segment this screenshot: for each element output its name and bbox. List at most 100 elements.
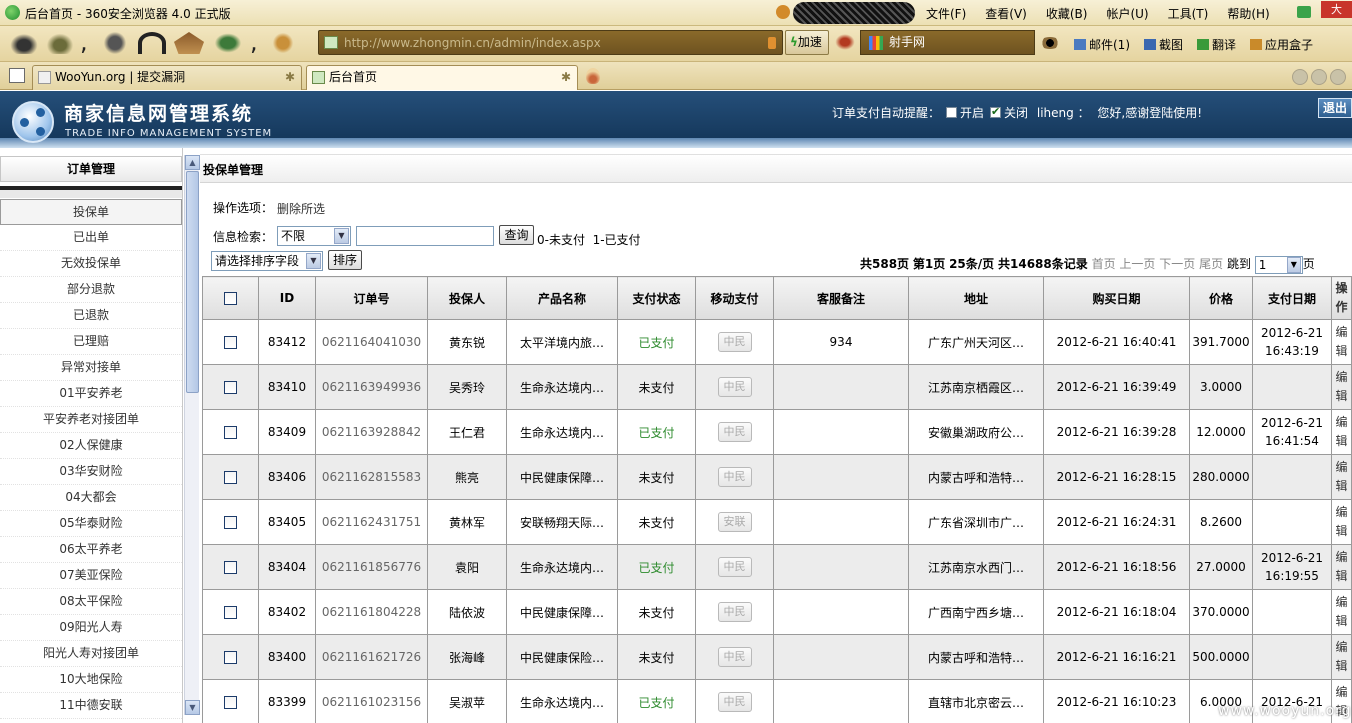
sidebar-toggle-icon[interactable]	[9, 68, 25, 83]
favorites-icon[interactable]	[213, 32, 243, 54]
screenshot-button[interactable]: 截图	[1144, 36, 1183, 53]
brush-icon[interactable]	[834, 33, 856, 51]
first-page-link[interactable]: 首页	[1092, 257, 1116, 271]
edit-link[interactable]: 编辑	[1331, 319, 1352, 365]
edit-link[interactable]: 编辑	[1331, 409, 1352, 455]
select-all-checkbox[interactable]	[224, 292, 237, 305]
row-checkbox[interactable]	[224, 606, 237, 619]
account-avatar-icon[interactable]	[776, 5, 790, 19]
menu-help[interactable]: 帮助(H)	[1227, 5, 1269, 22]
column-header[interactable]: 地址	[908, 276, 1044, 320]
search-field-select[interactable]: 不限 ▼	[277, 226, 351, 246]
new-tab-icon[interactable]	[586, 68, 600, 84]
edit-link[interactable]: 编辑	[1331, 499, 1352, 545]
close-tab-icon[interactable]: ✱	[561, 66, 571, 89]
row-checkbox[interactable]	[224, 561, 237, 574]
sort-button[interactable]: 排序	[328, 250, 362, 270]
sidebar-scrollbar[interactable]: ▲ ▼	[184, 155, 200, 715]
cell-order-number[interactable]: 0621163949936	[315, 364, 428, 410]
security-icon[interactable]	[768, 37, 776, 49]
search-input[interactable]	[356, 226, 494, 246]
menu-favorites[interactable]: 收藏(B)	[1046, 5, 1088, 22]
paw-icon[interactable]	[270, 32, 296, 54]
mobile-pay-button[interactable]: 中民	[717, 422, 752, 442]
window-close-button[interactable]: 大	[1321, 1, 1352, 18]
sidebar-item-insurer[interactable]: 04大都会	[0, 485, 182, 511]
cell-order-number[interactable]: 0621161023156	[315, 679, 428, 723]
mobile-pay-button[interactable]: 中民	[717, 647, 752, 667]
menu-file[interactable]: 文件(F)	[926, 5, 966, 22]
sidebar-item-insurer[interactable]: 08太平保险	[0, 589, 182, 615]
reminder-off-checkbox[interactable]	[990, 105, 1002, 118]
edit-link[interactable]: 编辑	[1331, 364, 1352, 410]
cell-order-number[interactable]: 0621161804228	[315, 589, 428, 635]
last-page-link[interactable]: 尾页	[1199, 257, 1223, 271]
sidebar-item-applications[interactable]: 投保单	[0, 199, 182, 225]
search-engine-icon[interactable]	[869, 35, 883, 50]
column-header[interactable]: 移动支付	[695, 276, 774, 320]
scroll-up-icon[interactable]: ▲	[185, 155, 200, 170]
home-icon[interactable]	[174, 32, 204, 54]
logout-button[interactable]: 退出	[1318, 98, 1352, 118]
cell-order-number[interactable]: 0621162815583	[315, 454, 428, 500]
row-checkbox[interactable]	[224, 651, 237, 664]
mobile-pay-button[interactable]: 中民	[717, 557, 752, 577]
sidebar-item-insurer[interactable]: 11中德安联	[0, 693, 182, 719]
speedup-button[interactable]: ϟ加速	[785, 30, 829, 55]
delete-selected-link[interactable]: 删除所选	[277, 200, 325, 217]
mail-button[interactable]: 邮件(1)	[1074, 36, 1130, 53]
row-checkbox[interactable]	[224, 381, 237, 394]
menu-view[interactable]: 查看(V)	[985, 5, 1027, 22]
address-bar[interactable]: http://www.zhongmin.cn/admin/index.aspx	[318, 30, 783, 55]
row-checkbox[interactable]	[224, 426, 237, 439]
mobile-pay-button[interactable]: 中民	[717, 467, 752, 487]
column-header[interactable]: 价格	[1189, 276, 1253, 320]
sidebar-item-insurer[interactable]: 10大地保险	[0, 667, 182, 693]
mobile-pay-button[interactable]: 中民	[717, 377, 752, 397]
sidebar-item-refunded[interactable]: 已退款	[0, 303, 182, 329]
skin-icon[interactable]	[1297, 6, 1311, 18]
eye-icon[interactable]	[1039, 37, 1061, 49]
row-checkbox[interactable]	[224, 336, 237, 349]
sidebar-item-insurer[interactable]: 平安养老对接团单	[0, 407, 182, 433]
tab-wooyun[interactable]: WooYun.org | 提交漏洞 ✱	[32, 65, 302, 90]
search-box[interactable]: 射手网	[860, 30, 1035, 55]
prev-page-link[interactable]: 上一页	[1119, 257, 1155, 271]
mobile-pay-button[interactable]: 中民	[717, 332, 752, 352]
edit-link[interactable]: 编辑	[1331, 589, 1352, 635]
back-icon[interactable]	[8, 32, 40, 54]
sidebar-item-insurer[interactable]: 06太平养老	[0, 537, 182, 563]
menu-account[interactable]: 帐户(U)	[1106, 5, 1148, 22]
column-header[interactable]: 支付状态	[617, 276, 696, 320]
cell-order-number[interactable]: 0621161621726	[315, 634, 428, 680]
sidebar-header[interactable]: 订单管理	[0, 156, 182, 182]
edit-link[interactable]: 编辑	[1331, 634, 1352, 680]
sidebar-item-insurer[interactable]: 阳光人寿对接团单	[0, 641, 182, 667]
nav-back-icon[interactable]	[1292, 69, 1308, 85]
cell-order-number[interactable]: 0621164041030	[315, 319, 428, 365]
forward-icon[interactable]	[45, 32, 75, 54]
stop-icon[interactable]	[138, 32, 166, 54]
column-header[interactable]: 操作	[1331, 276, 1352, 320]
column-header[interactable]: 产品名称	[506, 276, 618, 320]
sidebar-item-insurer[interactable]: 09阳光人寿	[0, 615, 182, 641]
column-header[interactable]: 支付日期	[1252, 276, 1332, 320]
column-header[interactable]: 投保人	[427, 276, 507, 320]
sidebar-item-insurer[interactable]: 03华安财险	[0, 459, 182, 485]
column-header[interactable]: 客服备注	[773, 276, 909, 320]
mobile-pay-button[interactable]: 中民	[717, 602, 752, 622]
sidebar-item-insurer[interactable]: 07美亚保险	[0, 563, 182, 589]
nav-menu-icon[interactable]	[1330, 69, 1346, 85]
column-header[interactable]: 订单号	[315, 276, 428, 320]
row-checkbox[interactable]	[224, 516, 237, 529]
reminder-on-checkbox[interactable]	[946, 107, 958, 118]
menu-tools[interactable]: 工具(T)	[1168, 5, 1209, 22]
cell-order-number[interactable]: 0621163928842	[315, 409, 428, 455]
sidebar-item-insurer[interactable]: 01平安养老	[0, 381, 182, 407]
nav-forward-icon[interactable]	[1311, 69, 1327, 85]
sidebar-item-invalid[interactable]: 无效投保单	[0, 251, 182, 277]
sidebar-item-insurer[interactable]: 05华泰财险	[0, 511, 182, 537]
column-header[interactable]: ID	[258, 276, 316, 320]
sidebar-item-claimed[interactable]: 已理赔	[0, 329, 182, 355]
sidebar-item-insurer[interactable]: 02人保健康	[0, 433, 182, 459]
